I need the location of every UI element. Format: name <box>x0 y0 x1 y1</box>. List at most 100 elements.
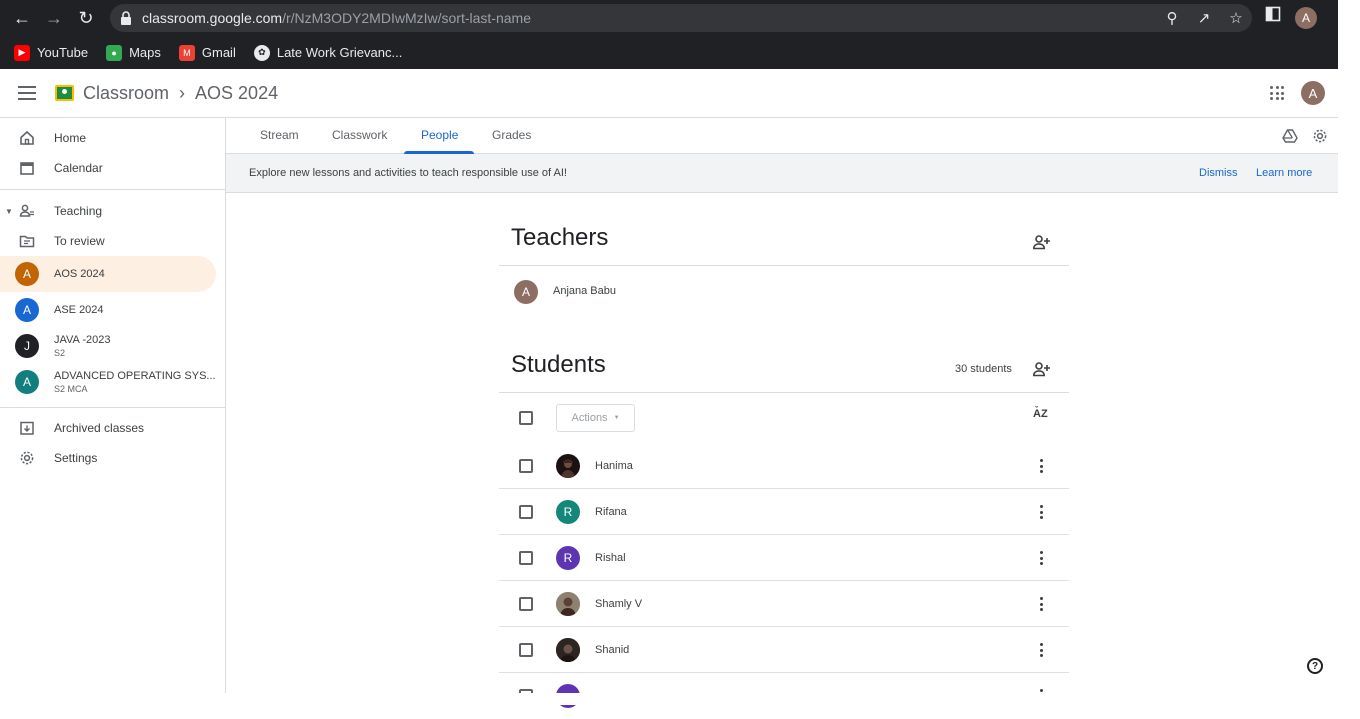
table-row[interactable]: Hanima <box>499 443 1069 489</box>
help-icon[interactable]: ? <box>1307 658 1323 674</box>
sidebar-item-class-advanced-os[interactable]: A ADVANCED OPERATING SYS... S2 MCA <box>0 364 216 400</box>
drive-icon[interactable] <box>1282 128 1298 144</box>
bookmark-gmail[interactable]: M Gmail <box>178 44 236 61</box>
bookmark-maps[interactable]: ● Maps <box>106 44 161 61</box>
back-icon[interactable]: ← <box>8 4 36 32</box>
share-icon[interactable]: ↗ <box>1194 8 1214 28</box>
bookmark-late-work[interactable]: ✿ Late Work Grievanc... <box>253 44 402 61</box>
learn-more-link[interactable]: Learn more <box>1256 167 1312 179</box>
sidebar-item-class-aos-2024[interactable]: A AOS 2024 <box>0 256 216 292</box>
gmail-icon: M <box>178 44 195 61</box>
invite-student-icon[interactable] <box>1033 361 1051 377</box>
tab-stream[interactable]: Stream <box>260 128 299 142</box>
teacher-row[interactable]: A Anjana Babu <box>499 268 1069 314</box>
caret-down-icon[interactable]: ▼ <box>5 207 13 216</box>
student-name: Shamly V <box>595 598 643 610</box>
dismiss-button[interactable]: Dismiss <box>1199 167 1238 179</box>
breadcrumb-separator: › <box>179 83 186 103</box>
star-icon[interactable]: ☆ <box>1226 8 1246 28</box>
viewport-bottom <box>0 693 1360 705</box>
student-name: Rifana <box>595 506 627 518</box>
students-heading: Students <box>511 351 606 378</box>
banner-text: Explore new lessons and activities to te… <box>249 167 567 179</box>
sidebar-item-class-java-2023[interactable]: J JAVA -2023 S2 <box>0 328 216 364</box>
zoom-icon[interactable]: ⚲ <box>1162 8 1182 28</box>
class-avatar: J <box>15 334 39 358</box>
reload-icon[interactable]: ↻ <box>72 4 100 32</box>
forward-icon[interactable]: → <box>40 4 68 32</box>
browser-toolbar: ← → ↻ classroom.google.com/r/NzM3ODY2MDI… <box>0 0 1338 36</box>
avatar <box>556 638 580 662</box>
browser-menu-edge <box>1338 0 1360 69</box>
more-options-icon[interactable] <box>1040 459 1044 473</box>
avatar[interactable]: A <box>1301 81 1325 105</box>
student-checkbox[interactable] <box>519 643 533 657</box>
gear-icon[interactable] <box>1312 128 1328 144</box>
student-count: 30 students <box>955 363 1012 375</box>
youtube-icon: ▶ <box>14 44 30 61</box>
maps-icon: ● <box>106 44 123 61</box>
openai-icon: ✿ <box>253 44 270 61</box>
table-row[interactable]: R Rishal <box>499 535 1069 581</box>
avatar <box>556 592 580 616</box>
app-header: Classroom › AOS 2024 A <box>0 69 1338 118</box>
student-name: Rishal <box>595 552 626 564</box>
table-row[interactable]: Shamly V <box>499 581 1069 627</box>
page-title[interactable]: AOS 2024 <box>195 83 278 104</box>
teaching-icon <box>19 204 34 217</box>
app-name[interactable]: Classroom <box>83 83 169 104</box>
student-checkbox[interactable] <box>519 597 533 611</box>
sidebar-item-calendar[interactable]: Calendar <box>0 150 216 186</box>
avatar: A <box>514 280 538 304</box>
sidebar-item-to-review[interactable]: To review <box>0 223 216 259</box>
tab-people[interactable]: People <box>421 128 458 142</box>
class-avatar: A <box>15 262 39 286</box>
home-icon <box>20 130 34 145</box>
apps-grid-icon[interactable] <box>1270 86 1284 100</box>
sort-az-icon[interactable]: AZ ˇ <box>1033 405 1048 420</box>
class-avatar: A <box>15 370 39 394</box>
sidepanel-icon[interactable] <box>1265 6 1281 22</box>
bookmarks-bar: ▶ YouTube ● Maps M Gmail ✿ Late Work Gri… <box>0 36 1338 69</box>
calendar-icon <box>20 162 34 175</box>
sidebar-item-settings[interactable]: Settings <box>0 440 216 476</box>
bookmark-youtube[interactable]: ▶ YouTube <box>14 44 88 61</box>
teacher-name: Anjana Babu <box>553 285 616 297</box>
ai-lessons-banner: Explore new lessons and activities to te… <box>226 154 1338 193</box>
profile-avatar[interactable]: A <box>1295 7 1317 29</box>
url-text: classroom.google.com/r/NzM3ODY2MDIwMzIw/… <box>142 10 531 26</box>
table-row[interactable]: Shanid <box>499 627 1069 673</box>
tab-classwork[interactable]: Classwork <box>332 128 387 142</box>
avatar <box>556 454 580 478</box>
classroom-logo[interactable] <box>55 85 74 101</box>
more-options-icon[interactable] <box>1040 643 1044 657</box>
class-tabs: Stream Classwork People Grades <box>226 118 1338 154</box>
menu-icon[interactable] <box>18 86 36 100</box>
actions-dropdown[interactable]: Actions ▼ <box>556 404 635 432</box>
lock-icon <box>121 11 131 25</box>
student-checkbox[interactable] <box>519 459 533 473</box>
more-options-icon[interactable] <box>1040 597 1044 611</box>
student-name: Hanima <box>595 460 633 472</box>
teachers-heading: Teachers <box>511 224 609 251</box>
caret-down-icon: ▼ <box>613 415 620 421</box>
student-checkbox[interactable] <box>519 505 533 519</box>
sidebar: Home Calendar ▼ Teaching To review A AOS… <box>0 118 226 693</box>
folder-review-icon <box>19 235 35 248</box>
breadcrumb: Classroom › AOS 2024 <box>83 83 278 104</box>
tab-grades[interactable]: Grades <box>492 128 531 142</box>
student-name: Shanid <box>595 644 630 656</box>
archive-icon <box>20 421 34 435</box>
student-checkbox[interactable] <box>519 551 533 565</box>
more-options-icon[interactable] <box>1040 505 1044 519</box>
address-bar[interactable]: classroom.google.com/r/NzM3ODY2MDIwMzIw/… <box>110 4 1252 32</box>
select-all-checkbox[interactable] <box>519 411 533 425</box>
sidebar-item-class-ase-2024[interactable]: A ASE 2024 <box>0 292 216 328</box>
invite-teacher-icon[interactable] <box>1033 234 1051 250</box>
table-row[interactable]: R Rifana <box>499 489 1069 535</box>
more-options-icon[interactable] <box>1040 551 1044 565</box>
avatar: R <box>556 500 580 524</box>
gear-icon <box>20 451 34 465</box>
class-avatar: A <box>15 298 39 322</box>
avatar: R <box>556 546 580 570</box>
